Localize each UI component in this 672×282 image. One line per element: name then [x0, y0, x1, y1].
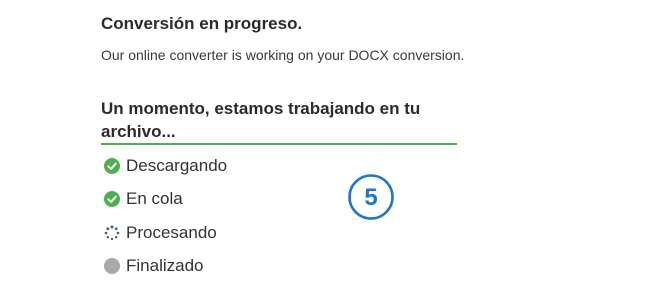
pending-circle-icon: [104, 258, 120, 275]
step-label: Descargando: [126, 155, 228, 175]
check-circle-icon: [104, 157, 120, 174]
progress-heading-underline: [101, 143, 457, 145]
step-label: Procesando: [126, 222, 217, 242]
check-circle-icon: [104, 191, 120, 208]
progress-heading: Un momento, estamos trabajando en tu arc…: [101, 99, 421, 141]
step-downloading: Descargando: [104, 149, 227, 183]
progress-steps-list: Descargando En cola Procesando Finalizad…: [104, 149, 227, 282]
step-label: Finalizado: [126, 256, 204, 276]
conversion-status-panel: Conversión en progreso. Our online conve…: [0, 0, 672, 282]
status-title: Conversión en progreso.: [101, 14, 303, 33]
spinner-icon: [104, 225, 120, 241]
step-finished: Finalizado: [104, 250, 227, 282]
step-label: En cola: [126, 189, 183, 209]
step-number-marker: 5: [347, 173, 395, 221]
step-queued: En cola: [104, 183, 227, 217]
step-number-text: 5: [364, 184, 377, 211]
status-subtitle: Our online converter is working on your …: [101, 47, 465, 63]
step-processing: Procesando: [104, 216, 227, 250]
